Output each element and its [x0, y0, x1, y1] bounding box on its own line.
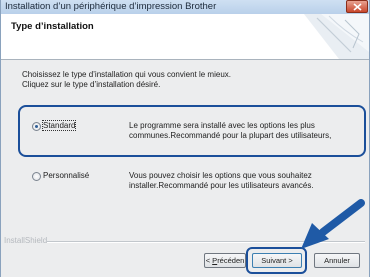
instructions-text: Choisissez le type d’installation qui vo… — [22, 70, 231, 89]
page-title: Type d’installation — [11, 21, 94, 32]
window-title: Installation d’un périphérique d’impress… — [5, 1, 217, 12]
installer-banner-graphic — [304, 14, 369, 59]
installshield-brand: InstallShield — [4, 236, 48, 245]
cancel-button[interactable]: Annuler — [314, 253, 360, 268]
installer-window: Installation d’un périphérique d’impress… — [0, 0, 370, 277]
back-button[interactable]: < Précéden — [204, 253, 246, 268]
close-icon — [353, 3, 362, 11]
close-button[interactable] — [346, 0, 368, 13]
option-custom-description: Vous pouvez choisir les options que vous… — [129, 171, 314, 190]
title-bar[interactable]: Installation d’un périphérique d’impress… — [1, 0, 369, 14]
next-button[interactable]: Suivant > — [252, 253, 302, 268]
instructions-line-1: Choisissez le type d’installation qui vo… — [22, 70, 231, 79]
instructions-line-2: Cliquez sur le type d’installation désir… — [22, 79, 161, 89]
pointer-arrow-icon — [301, 199, 365, 249]
back-button-label: récéden — [217, 256, 245, 265]
description-line: installer.Recommandé pour les utilisateu… — [129, 180, 314, 190]
option-custom-label[interactable]: Personnalisé — [43, 171, 89, 180]
standard-option-highlight — [18, 105, 366, 157]
description-line: Vous pouvez choisir les options que vous… — [129, 171, 312, 180]
header-panel: Type d’installation — [1, 14, 369, 60]
radio-custom[interactable] — [32, 172, 41, 181]
